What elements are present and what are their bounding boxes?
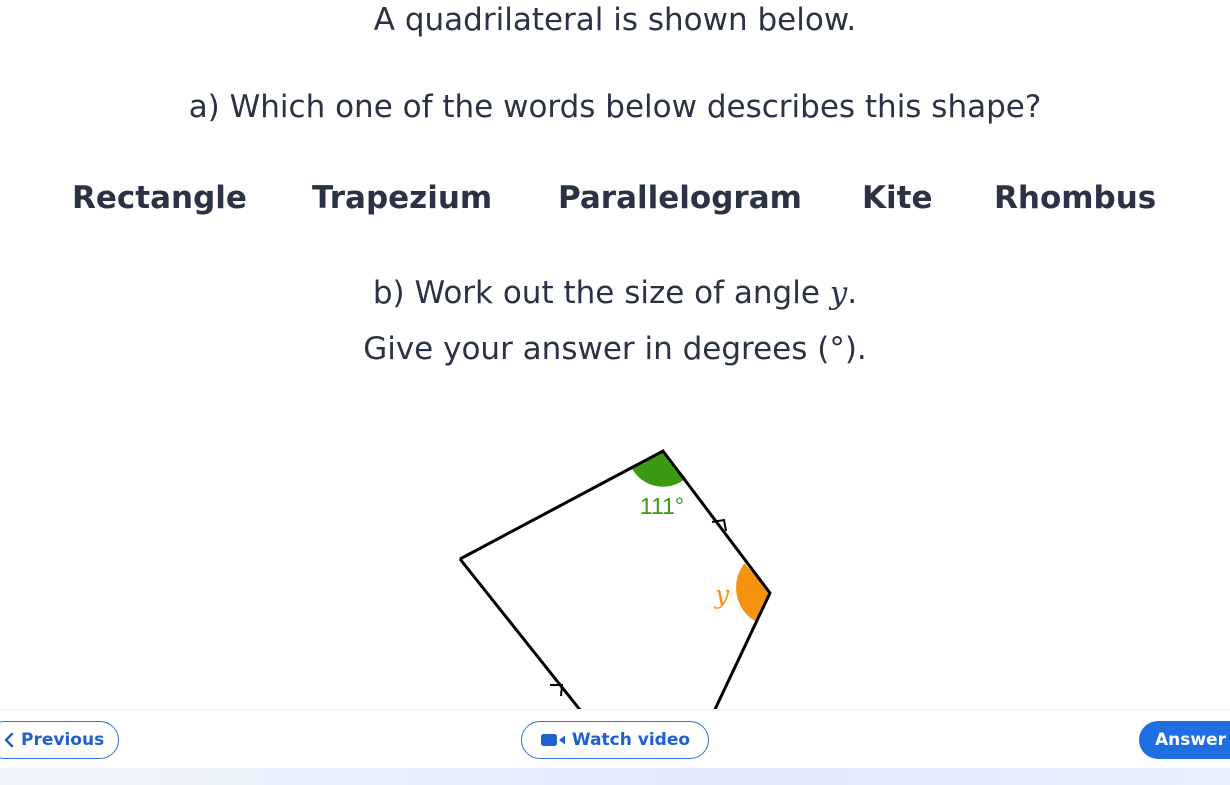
video-camera-icon (540, 734, 565, 746)
answer-button-label: Answer (1155, 730, 1226, 750)
previous-button[interactable]: Previous (0, 721, 119, 759)
watch-video-label: Watch video (571, 730, 691, 750)
answer-button[interactable]: Answer (1139, 721, 1230, 759)
chevron-left-icon (4, 732, 14, 748)
previous-button-label: Previous (21, 730, 105, 750)
watch-video-button[interactable]: Watch video (521, 721, 709, 759)
known-angle-label: 111° (640, 493, 684, 519)
footer-gradient-strip (0, 768, 1230, 785)
quadrilateral-diagram: 111° y (458, 449, 772, 736)
unknown-angle-label: y (714, 580, 730, 609)
question-page: A quadrilateral is shown below. a) Which… (0, 0, 1230, 785)
